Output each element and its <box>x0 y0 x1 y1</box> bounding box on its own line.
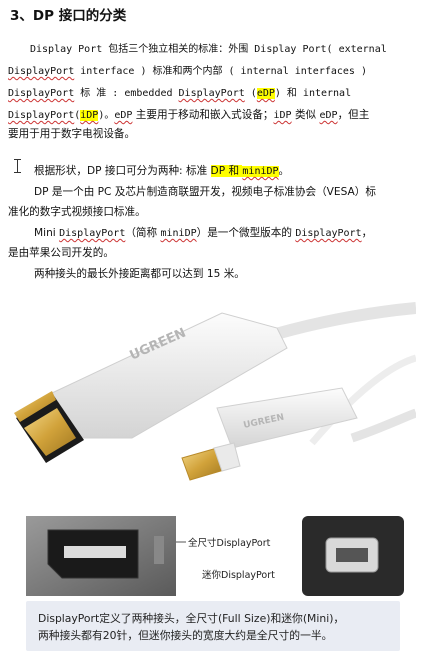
text-run: )。 <box>98 110 115 121</box>
caption-box: DisplayPort定义了两种接头，全尺寸(Full Size)和迷你(Min… <box>26 601 400 651</box>
text-run: 。 <box>278 165 290 177</box>
term-displayport: DisplayPort <box>295 228 362 239</box>
max-distance-text: 两种接头的最长外接距离都可以达到 15 米。 <box>34 268 245 280</box>
term-displayport: DisplayPort <box>8 88 75 99</box>
term-minidp-highlight: miniDP <box>242 166 279 177</box>
intro-line-2: DisplayPort interface ) 标准和两个内部 ( intern… <box>8 62 420 82</box>
text-run: ，但主 <box>337 109 370 121</box>
intro-line-5: 要用于用于数字电视设备。 <box>8 128 136 140</box>
term-minidp: miniDP <box>160 228 197 239</box>
text-run: 主要用于移动和嵌入式设备； <box>132 109 274 121</box>
term-idp: iDP <box>273 110 292 121</box>
section-heading: 3、DP 接口的分类 <box>10 8 127 24</box>
term-dp-highlight: DP 和 <box>210 165 243 177</box>
term-displayport: DisplayPort <box>178 88 245 99</box>
minidp-description-line-1: Mini DisplayPort（简称 miniDP）是一个微型版本的 Disp… <box>8 224 420 244</box>
term-displayport: DisplayPort <box>8 110 75 121</box>
dp-port-comparison-photo: 全尺寸DisplayPort 迷你DisplayPort <box>26 516 404 596</box>
port-edge <box>154 536 164 564</box>
text-run: interface ) 标准和两个内部 ( internal interface… <box>74 66 367 77</box>
dp-description-line-2: 准化的数字式视频接口标准。 <box>8 206 146 218</box>
caption-line-1: DisplayPort定义了两种接头，全尺寸(Full Size)和迷你(Min… <box>38 612 345 625</box>
term-edp-highlight: eDP <box>256 88 275 99</box>
term-edp: eDP <box>319 110 338 121</box>
text-run: （简称 <box>125 227 161 239</box>
full-dp-port-tongue <box>64 546 126 558</box>
intro-line-1: Display Port 包括三个独立相关的标准：外围 Display Port… <box>8 40 420 60</box>
full-size-label: 全尺寸DisplayPort <box>188 537 271 549</box>
text-run: Mini <box>34 227 60 239</box>
text-run: 类似 <box>291 109 320 121</box>
text-run: 根据形状，DP 接口可分为两种: 标准 <box>34 165 211 177</box>
caption-line-2: 两种接头都有20针，但迷你接头的宽度大约是全尺寸的一半。 <box>38 629 333 642</box>
text-run: ( <box>244 88 257 99</box>
term-displayport: DisplayPort <box>8 66 75 77</box>
term-idp-highlight: iDP <box>80 110 99 121</box>
term-edp: eDP <box>114 110 133 121</box>
term-displayport: DisplayPort <box>59 228 126 239</box>
caption-text: DisplayPort定义了两种接头，全尺寸(Full Size)和迷你(Min… <box>38 610 344 644</box>
mini-dp-port-tongue <box>336 548 368 562</box>
shape-classification: 根据形状，DP 接口可分为两种: 标准 DP 和 miniDP。 <box>8 162 420 182</box>
text-run: 标 准 : embedded <box>74 88 179 99</box>
minidp-description-line-2: 是由苹果公司开发的。 <box>8 247 114 259</box>
text-run: Display Port 包括三个独立相关的标准：外围 Display Port… <box>30 44 387 55</box>
text-run: ）是一个微型版本的 <box>196 227 296 239</box>
mini-size-label: 迷你DisplayPort <box>202 569 275 581</box>
dp-cable-photo: UGREEN UGREEN <box>12 288 416 508</box>
text-run: ， <box>361 227 373 239</box>
dp-description-line-1: DP 是一个由 PC 及芯片制造商联盟开发，视频电子标准协会（VESA）标 <box>34 186 376 198</box>
intro-line-4: DisplayPort(iDP)。eDP 主要用于移动和嵌入式设备；iDP 类似… <box>8 106 420 126</box>
text-run: ) 和 internal <box>274 88 352 99</box>
intro-line-3: DisplayPort 标 准 : embedded DisplayPort (… <box>8 84 420 104</box>
